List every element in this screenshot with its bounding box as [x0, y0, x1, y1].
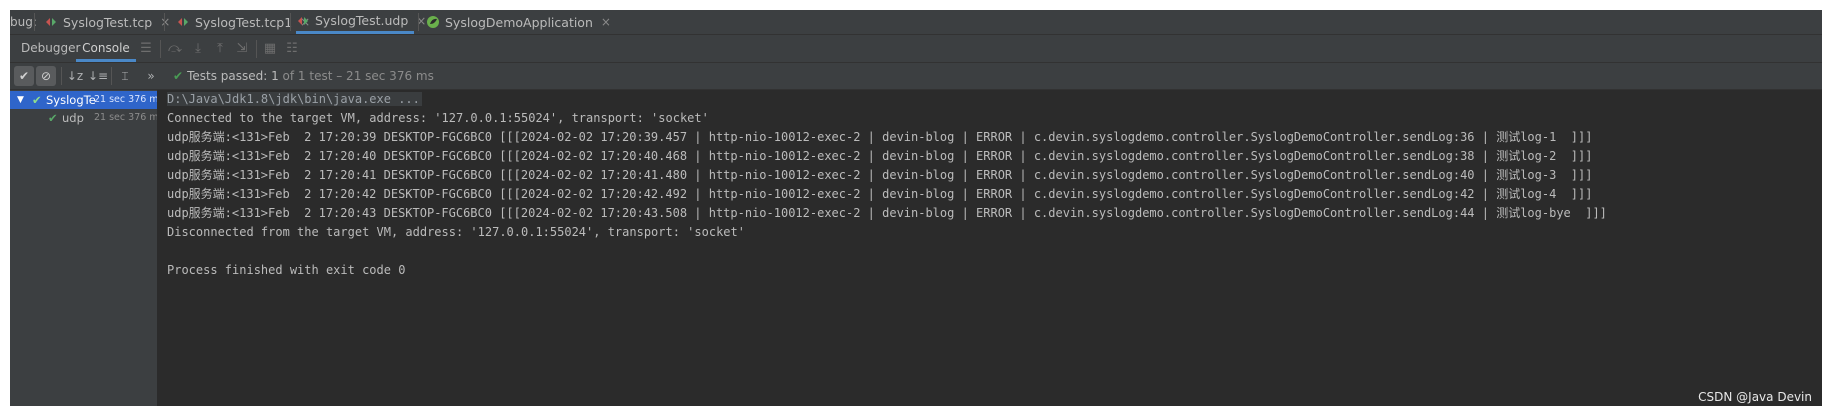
watermark: CSDN @Java Devin [1698, 390, 1812, 404]
sort-alphabetically-icon[interactable]: ↓z [66, 67, 84, 85]
test-run-icon [296, 14, 310, 28]
tab-label: SyslogDemoApplication [445, 14, 593, 30]
tab-syslog-demo-application[interactable]: SyslogDemoApplication × [426, 10, 611, 34]
tab-label: SyslogTest.tcp [63, 14, 153, 30]
divider [418, 13, 419, 31]
tests-passed-label: Tests passed: 1 [187, 69, 279, 83]
tree-item-time: 21 sec 376 ms [94, 94, 164, 105]
divider [256, 40, 257, 58]
console-line: udp服务端:<131>Feb 2 17:20:42 DESKTOP-FGC6B… [167, 187, 1593, 201]
console-line: udp服务端:<131>Feb 2 17:20:39 DESKTOP-FGC6B… [167, 130, 1593, 144]
check-icon: ✔ [48, 111, 58, 125]
tree-item-syslogtest[interactable]: ▼ ✔ SyslogTe 21 sec 376 ms [10, 91, 164, 109]
console-line: Disconnected from the target VM, address… [167, 225, 745, 239]
console-line: D:\Java\Jdk1.8\jdk\bin\java.exe ... [167, 90, 422, 109]
tab-syslogtest-tcp1[interactable]: SyslogTest.tcp1 × [176, 10, 310, 34]
chevron-down-icon[interactable]: ▼ [17, 91, 24, 109]
evaluate-icon[interactable]: ▦ [262, 41, 278, 57]
spring-boot-icon [426, 15, 440, 29]
divider [160, 40, 161, 58]
ide-run-window: bug: SyslogTest.tcp × SyslogTest.tcp1 × … [10, 10, 1822, 406]
show-ignored-icon[interactable]: ⊘ [36, 66, 56, 86]
close-icon[interactable]: × [601, 15, 611, 29]
test-run-icon [44, 15, 58, 29]
console-line: Connected to the target VM, address: '12… [167, 111, 709, 125]
step-over-icon[interactable]: ⤼ [167, 41, 183, 57]
tree-item-label: SyslogTe [46, 93, 96, 107]
check-icon: ✔ [32, 93, 42, 107]
tab-debugger[interactable]: Debugger [21, 35, 80, 62]
divider [34, 13, 35, 31]
test-status: ✔ Tests passed: 1 of 1 test – 21 sec 376 … [173, 63, 434, 89]
tab-label: SyslogTest.tcp1 [195, 14, 293, 30]
tab-console[interactable]: Console [76, 35, 136, 62]
console-line: udp服务端:<131>Feb 2 17:20:41 DESKTOP-FGC6B… [167, 168, 1593, 182]
tab-label: SyslogTest.udp [315, 13, 409, 28]
menu-icon[interactable]: ☰ [138, 41, 154, 57]
check-icon: ✔ [173, 69, 184, 83]
tree-item-udp[interactable]: ✔ udp 21 sec 376 ms [10, 109, 164, 127]
tree-item-time: 21 sec 376 ms [94, 112, 164, 123]
console-line: udp服务端:<131>Feb 2 17:20:43 DESKTOP-FGC6B… [167, 206, 1607, 220]
close-icon[interactable]: × [160, 15, 170, 29]
more-icon[interactable]: » [142, 67, 160, 85]
test-tree: ▼ ✔ SyslogTe 21 sec 376 ms ✔ udp 21 sec … [10, 90, 164, 406]
run-tab-bar: bug: SyslogTest.tcp × SyslogTest.tcp1 × … [10, 10, 1822, 35]
tree-item-label: udp [62, 111, 84, 125]
expand-all-icon[interactable]: ⌶ [116, 67, 134, 85]
command-line[interactable]: D:\Java\Jdk1.8\jdk\bin\java.exe ... [167, 92, 422, 106]
sort-by-duration-icon[interactable]: ↓≡ [88, 67, 108, 85]
divider [61, 67, 62, 85]
tests-summary: of 1 test – 21 sec 376 ms [278, 69, 434, 83]
show-passed-icon[interactable]: ✔ [14, 66, 34, 86]
tab-syslogtest-tcp[interactable]: SyslogTest.tcp × [44, 10, 170, 34]
step-out-icon[interactable]: ⤒ [212, 41, 228, 57]
tab-syslogtest-udp[interactable]: SyslogTest.udp × [296, 10, 426, 34]
test-runner-toolbar: ✔ ⊘ ↓z ↓≡ ⌶ » ✔ Tests passed: 1 of 1 test… [10, 63, 1822, 90]
run-to-cursor-icon[interactable]: ⇲ [234, 41, 250, 57]
console-output[interactable]: D:\Java\Jdk1.8\jdk\bin\java.exe ... Conn… [157, 90, 1822, 406]
test-run-icon [176, 15, 190, 29]
step-into-icon[interactable]: ⤓ [190, 41, 206, 57]
console-line: Process finished with exit code 0 [167, 263, 406, 277]
divider [290, 13, 291, 31]
debug-label: bug: [10, 15, 37, 29]
console-line: udp服务端:<131>Feb 2 17:20:40 DESKTOP-FGC6B… [167, 149, 1593, 163]
divider [164, 13, 165, 31]
tool-window-toolbar: Debugger Console ☰ ⤼ ⤓ ⤒ ⇲ ▦ ☷ [10, 35, 1822, 63]
trace-icon[interactable]: ☷ [284, 41, 300, 57]
divider [111, 67, 112, 85]
